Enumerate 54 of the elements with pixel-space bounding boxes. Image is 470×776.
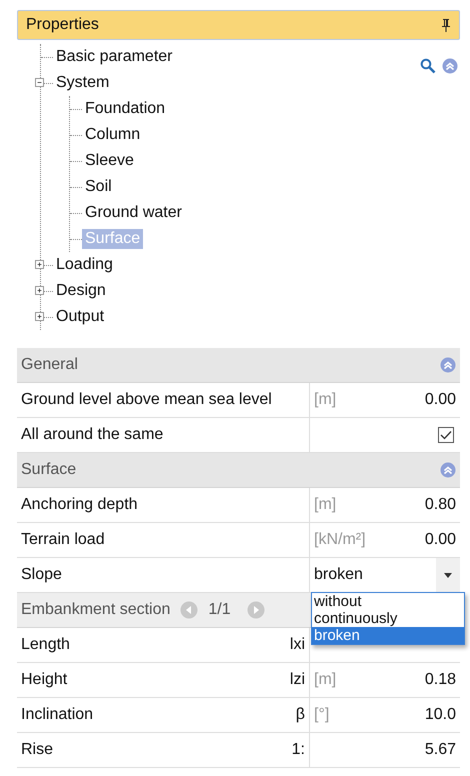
value-text[interactable]: 5.67 <box>424 741 456 759</box>
unit-label: [m] <box>314 391 336 409</box>
dropdown-option[interactable]: continuously <box>312 610 464 627</box>
property-label: Height <box>21 671 68 689</box>
tree-item[interactable]: Output <box>53 307 108 327</box>
collapse-icon[interactable] <box>440 462 456 478</box>
dropdown-option[interactable]: without <box>312 593 464 610</box>
dropdown-field[interactable]: broken <box>310 558 460 592</box>
value-text[interactable]: 0.18 <box>424 671 456 689</box>
value-text[interactable]: 0.00 <box>424 531 456 549</box>
property-label: Inclination <box>21 706 94 724</box>
expand-toggle-icon[interactable] <box>35 286 44 295</box>
symbol-label: β <box>296 706 305 724</box>
value-text[interactable]: 0.80 <box>424 496 456 514</box>
unit-label: [m] <box>314 671 336 689</box>
property-label: Length <box>21 636 70 654</box>
checkbox[interactable] <box>438 427 454 443</box>
search-icon[interactable] <box>420 58 436 74</box>
tree-item[interactable]: Basic parameter <box>53 47 176 67</box>
unit-label: [m] <box>314 496 336 514</box>
expand-toggle-icon[interactable] <box>35 260 44 269</box>
collapse-icon[interactable] <box>442 58 458 74</box>
unit-label: [kN/m²] <box>314 531 366 549</box>
property-label: All around the same <box>21 426 164 444</box>
property-label: Terrain load <box>21 531 105 549</box>
tree-item[interactable]: Design <box>53 281 109 301</box>
page-counter: 1/1 <box>208 601 231 619</box>
tree-item[interactable]: Soil <box>82 177 115 197</box>
unit-label: [°] <box>314 706 330 724</box>
symbol-label: lzi <box>290 671 305 689</box>
caret-icon[interactable] <box>444 572 452 578</box>
tree-item[interactable]: Column <box>82 125 144 145</box>
tree-item[interactable]: Foundation <box>82 99 168 119</box>
symbol-label: 1: <box>292 741 305 759</box>
property-label: Slope <box>21 566 62 584</box>
value-text[interactable]: 10.0 <box>424 706 456 724</box>
tree-item[interactable]: Loading <box>53 255 116 275</box>
panel-title: Properties <box>26 16 99 34</box>
collapse-icon[interactable] <box>440 357 456 373</box>
tree-item[interactable]: Ground water <box>82 203 185 223</box>
tree-item[interactable]: System <box>53 73 112 93</box>
tree-item[interactable]: Sleeve <box>82 151 137 171</box>
section-title: Embankment section <box>21 601 170 619</box>
collapse-toggle-icon[interactable] <box>35 78 44 87</box>
value-text[interactable]: 0.00 <box>424 391 456 409</box>
section-title: General <box>21 356 78 374</box>
property-label: Ground level above mean sea level <box>21 391 272 409</box>
symbol-label: lxi <box>290 636 305 654</box>
pin-icon[interactable] <box>441 18 451 32</box>
property-label: Rise <box>21 741 54 759</box>
dropdown-option[interactable]: broken <box>312 627 464 644</box>
property-label: Anchoring depth <box>21 496 138 514</box>
section-title: Surface <box>21 461 76 479</box>
expand-toggle-icon[interactable] <box>35 312 44 321</box>
